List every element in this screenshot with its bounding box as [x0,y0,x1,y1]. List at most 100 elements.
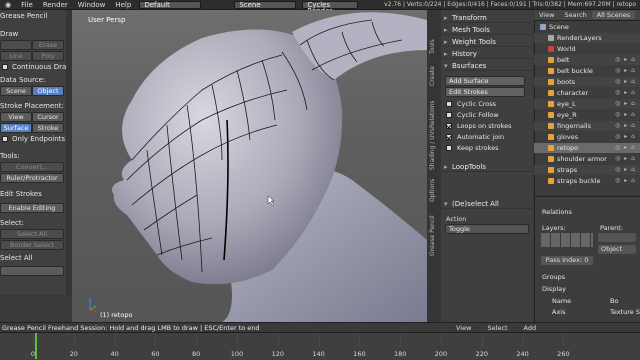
keep-strokes-checkbox[interactable]: Keep strokes [446,143,499,152]
cyclic-follow-box[interactable] [446,111,452,118]
tab-create[interactable]: Create [429,56,439,86]
render-engine-selector[interactable]: Cycles Render [302,0,359,14]
ruler-protractor-button[interactable]: Ruler/Protractor [0,173,64,183]
keep-strokes-box[interactable] [446,144,452,151]
outliner-footer-select[interactable]: Select [487,323,507,332]
outliner-footer-view[interactable]: View [456,323,471,332]
only-endpoints-label: Only Endpoints [12,135,66,143]
cyclic-cross-checkbox[interactable]: Cyclic Cross [446,99,496,108]
mesh-tools-panel-header[interactable]: Mesh Tools [442,25,532,35]
automatic-join-checkbox[interactable]: Automatic join [446,132,504,141]
weight-tools-panel-header[interactable]: Weight Tools [442,37,532,47]
tab-relations[interactable]: Relations [429,88,439,128]
poly-button[interactable]: Poly [32,51,64,61]
draw-button[interactable] [0,40,32,50]
outliner-display-mode[interactable]: All Scenes [591,11,636,19]
tab-tools[interactable]: Tools [429,14,439,54]
convert-button[interactable]: Convert... [0,162,64,172]
outliner-item[interactable]: RenderLayers [534,33,640,43]
automatic-join-box[interactable] [446,133,452,140]
blender-logo-icon[interactable]: ◉ [0,1,16,9]
visibility-icons[interactable]: ◎ ▸ ⌂ [615,67,636,74]
outliner-item[interactable]: eye_L ◎ ▸ ⌂ [534,99,640,109]
outliner-item-label: fingernails [557,121,591,130]
select-all-button[interactable]: Select All [0,229,64,239]
outliner-item[interactable]: belt ◎ ▸ ⌂ [534,55,640,65]
menu-window[interactable]: Window [73,1,111,9]
outliner-item[interactable]: World [534,44,640,54]
loops-on-strokes-box[interactable] [446,122,452,129]
placement-surface-button[interactable]: Surface [0,123,32,133]
outliner-item[interactable]: shoulder armor ◎ ▸ ⌂ [534,154,640,164]
outliner-item[interactable]: boots ◎ ▸ ⌂ [534,77,640,87]
data-source-scene-button[interactable]: Scene [0,86,32,96]
outliner-search-menu[interactable]: Search [559,11,591,19]
visibility-icons[interactable]: ◎ ▸ ⌂ [615,122,636,129]
visibility-icons[interactable]: ◎ ▸ ⌂ [615,78,636,85]
grease-pencil-header[interactable]: Grease Pencil [0,12,47,20]
layers-grid[interactable] [541,233,593,247]
visibility-icons[interactable]: ◎ ▸ ⌂ [615,177,636,184]
tab-options[interactable]: Options [429,172,439,202]
transform-panel-header[interactable]: Transform [442,13,532,23]
loops-on-strokes-checkbox[interactable]: Loops on strokes [446,121,512,130]
placement-cursor-button[interactable]: Cursor [32,112,64,122]
parent-type-dropdown[interactable]: Object [598,245,636,254]
menu-file[interactable]: File [16,1,38,9]
continuous-drawing-checkbox[interactable] [2,64,8,70]
outliner-item[interactable]: fingernails ◎ ▸ ⌂ [534,121,640,131]
scene-selector[interactable]: Scene [234,0,297,9]
visibility-icons[interactable]: ◎ ▸ ⌂ [615,166,636,173]
3d-viewport[interactable] [72,10,427,322]
border-select-button[interactable]: Border Select [0,240,64,250]
outliner-footer-add[interactable]: Add [524,323,537,332]
data-source-object-button[interactable]: Object [32,86,64,96]
visibility-icons[interactable]: ◎ ▸ ⌂ [615,155,636,162]
visibility-icons[interactable]: ◎ ▸ ⌂ [615,133,636,140]
cyclic-cross-box[interactable] [446,100,452,107]
top-menu-bar: ◉ File Render Window Help Default Scene … [0,0,640,14]
pass-index-field[interactable]: Pass Index: 0 [541,256,593,265]
tab-shading-uvs[interactable]: Shading / UVs [429,128,439,170]
display-panel-header[interactable]: Display [542,285,566,293]
outliner-item[interactable]: retopo ◎ ▸ ⌂ [534,143,640,153]
outliner-item[interactable]: straps ◎ ▸ ⌂ [534,165,640,175]
tab-grease-pencil[interactable]: Grease Pencil [429,204,439,256]
erase-button[interactable]: Erase [32,40,64,50]
outliner-item[interactable]: character ◎ ▸ ⌂ [534,88,640,98]
outliner-item[interactable]: Scene [534,22,640,32]
visibility-icons[interactable]: ◎ ▸ ⌂ [615,111,636,118]
parent-field[interactable] [598,233,636,242]
outliner-item[interactable]: gloves ◎ ▸ ⌂ [534,132,640,142]
deselect-all-operator-header[interactable]: (De)select All [442,199,532,209]
visibility-icons[interactable]: ◎ ▸ ⌂ [615,56,636,63]
relations-panel-header[interactable]: Relations [542,208,572,216]
outliner-item[interactable]: eye_R ◎ ▸ ⌂ [534,110,640,120]
layout-selector[interactable]: Default [139,0,202,9]
action-dropdown[interactable]: Toggle [445,224,529,234]
outliner-item[interactable]: straps buckle ◎ ▸ ⌂ [534,176,640,186]
edit-strokes-button[interactable]: Edit Strokes [445,87,525,97]
visibility-icons[interactable]: ◎ ▸ ⌂ [615,144,636,151]
cyclic-follow-checkbox[interactable]: Cyclic Follow [446,110,499,119]
outliner-view-menu[interactable]: View [534,11,559,19]
line-button[interactable]: Line [0,51,32,61]
current-frame-indicator[interactable] [35,333,38,359]
add-surface-button[interactable]: Add Surface [445,76,525,86]
select-action-dropdown[interactable] [0,266,64,276]
edit-strokes-header[interactable]: Edit Strokes [0,190,42,198]
visibility-icons[interactable]: ◎ ▸ ⌂ [615,89,636,96]
looptools-panel-header[interactable]: LoopTools [442,162,532,172]
placement-stroke-button[interactable]: Stroke [32,123,64,133]
menu-help[interactable]: Help [110,1,136,9]
menu-render[interactable]: Render [38,1,73,9]
groups-panel-header[interactable]: Groups [542,273,565,281]
history-panel-header[interactable]: History [442,49,532,59]
only-endpoints-checkbox[interactable] [2,136,8,142]
bsurfaces-panel-header[interactable]: Bsurfaces [442,61,532,71]
visibility-icons[interactable]: ◎ ▸ ⌂ [615,100,636,107]
outliner-item-label: straps buckle [557,176,601,185]
enable-editing-button[interactable]: Enable Editing [0,203,64,213]
outliner-item[interactable]: belt buckle ◎ ▸ ⌂ [534,66,640,76]
placement-view-button[interactable]: View [0,112,32,122]
